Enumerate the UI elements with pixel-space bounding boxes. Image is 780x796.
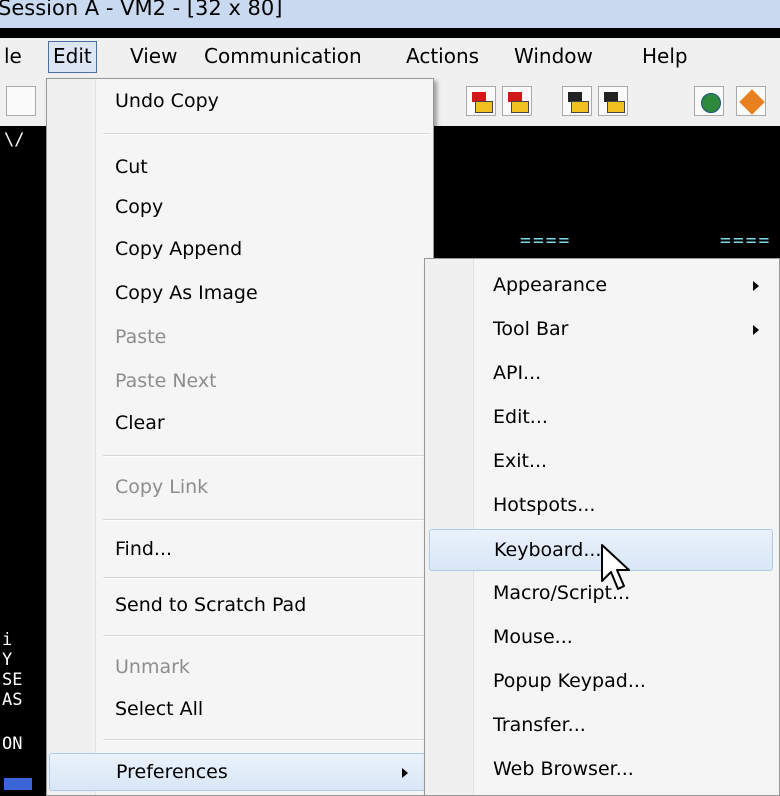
menu-item-label: Paste Next [115,370,217,392]
menu-item-label: Transfer... [493,714,586,736]
macro-setup-icon[interactable] [598,86,628,116]
menu-separator [103,739,429,741]
menu-item-preferences[interactable]: Preferences [49,753,429,791]
terminal-text: \/ [4,130,25,150]
menu-item-label: Copy As Image [115,282,258,304]
menu-item-copy-as-image[interactable]: Copy As Image [47,275,433,313]
preferences-submenu: Appearance Tool Bar API... Edit... Exit.… [424,258,780,796]
terminal-cursor-block [4,778,32,790]
menu-item-label: API... [493,362,542,384]
menu-separator [103,455,429,457]
menu-item-cut[interactable]: Cut [47,149,433,187]
menu-item-label: Send to Scratch Pad [115,594,307,616]
menu-item-label: Mouse... [493,626,573,648]
menu-file[interactable]: le [0,41,26,71]
terminal-text: i [2,630,13,650]
menu-item-label: Hotspots... [493,494,596,516]
menu-item-label: Clear [115,412,165,434]
menu-item-label: Exit... [493,450,548,472]
menu-window[interactable]: Window [510,41,597,71]
stop-macro-icon[interactable] [502,86,532,116]
menu-item-label: Appearance [493,274,608,296]
menu-item-label: Tool Bar [493,318,569,340]
title-bar: Session A - VM2 - [32 x 80] [0,0,780,28]
menu-item-label: Undo Copy [115,90,219,112]
menu-item-unmark: Unmark [47,649,433,687]
menu-item-clear[interactable]: Clear [47,405,433,443]
menu-item-appearance[interactable]: Appearance [425,267,779,305]
menu-item-exit[interactable]: Exit... [425,443,779,481]
menu-item-label: Copy Append [115,238,243,260]
menu-item-send-to-scratch-pad[interactable]: Send to Scratch Pad [47,587,433,625]
menu-separator [103,519,429,521]
menu-help[interactable]: Help [638,41,692,71]
menu-item-web-browser[interactable]: Web Browser... [425,751,779,789]
menu-item-hotspots[interactable]: Hotspots... [425,487,779,525]
menu-item-label: Edit... [493,406,548,428]
menu-item-transfer[interactable]: Transfer... [425,707,779,745]
menu-item-label: Paste [115,326,167,348]
menu-item-paste: Paste [47,319,433,357]
menu-item-popup-keypad[interactable]: Popup Keypad... [425,663,779,701]
submenu-arrow-icon [753,281,759,291]
window-title: Session A - VM2 - [32 x 80] [0,0,283,20]
menu-separator [103,133,429,135]
menu-item-label: Copy [115,196,164,218]
terminal-text: AS [2,690,23,710]
terminal-text: ON [2,734,23,754]
edit-tag-icon[interactable] [736,86,766,116]
submenu-arrow-icon [753,325,759,335]
terminal-text: ==== [520,230,572,251]
mouse-pointer-icon [601,544,630,590]
menu-item-copy-append[interactable]: Copy Append [47,231,433,269]
terminal-text: Y [2,650,13,670]
menu-edit[interactable]: Edit [48,41,97,73]
record-macro-icon[interactable] [466,86,496,116]
menu-actions[interactable]: Actions [402,41,483,71]
menu-item-label: Web Browser... [493,758,634,780]
menu-item-copy[interactable]: Copy [47,189,433,227]
menu-item-label: Keyboard... [494,539,602,561]
menu-item-label: Find... [115,538,173,560]
menu-communication[interactable]: Communication [200,41,366,71]
menu-item-label: Popup Keypad... [493,670,646,692]
menu-item-label: Unmark [115,656,190,678]
menu-item-label: Copy Link [115,476,209,498]
terminal-text: ==== [720,230,772,251]
terminal-text: SE [2,670,23,690]
menu-item-mouse[interactable]: Mouse... [425,619,779,657]
submenu-arrow-icon [402,768,408,778]
menu-separator [103,577,429,579]
play-macro-icon[interactable] [562,86,592,116]
menu-item-copy-link: Copy Link [47,469,433,507]
menu-separator [103,635,429,637]
menu-view[interactable]: View [126,41,181,71]
menu-item-undo-copy[interactable]: Undo Copy [47,83,433,121]
menu-item-select-all[interactable]: Select All [47,691,433,729]
menu-item-label: Cut [115,156,148,178]
menu-item-label: Select All [115,698,204,720]
toolbar-icon-left[interactable] [6,86,36,116]
globe-icon[interactable] [694,86,724,116]
edit-menu-dropdown: Undo Copy Cut Copy Copy Append Copy As I… [46,78,434,796]
menu-item-label: Preferences [116,761,228,783]
menu-item-find[interactable]: Find... [47,531,433,569]
menu-item-edit-prefs[interactable]: Edit... [425,399,779,437]
menu-item-api[interactable]: API... [425,355,779,393]
menu-item-tool-bar[interactable]: Tool Bar [425,311,779,349]
menu-item-paste-next: Paste Next [47,363,433,401]
menu-bar: le Edit View Communication Actions Windo… [0,38,780,79]
